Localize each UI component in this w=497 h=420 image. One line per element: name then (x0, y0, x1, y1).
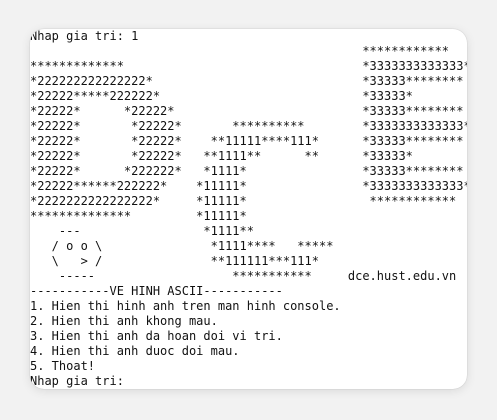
menu-option-2: 2. Hien thi anh khong mau. (30, 314, 218, 328)
ascii-art-line: *22222* *22222* ********** *333333333333… (30, 119, 467, 133)
input-prompt-line[interactable]: Nhap gia tri: (30, 374, 467, 389)
ascii-art-line: *22222* *22222* **11111****111* *33333**… (30, 134, 464, 148)
menu-option-3: 3. Hien thi anh da hoan doi vi tri. (30, 329, 283, 343)
ascii-art-line: *222222222222222* *33333******** (30, 74, 464, 88)
ascii-art-line: --- *1111** (30, 224, 254, 238)
console-output: Nhap gia tri: 1 ************ ************… (30, 29, 467, 389)
ascii-art-line: *2222222222222222* *11111* ************ (30, 194, 457, 208)
input-prompt-line: Nhap gia tri: 1 (30, 29, 139, 43)
ascii-art-line: ************** *11111* (30, 209, 247, 223)
ascii-art-line: ************ (30, 44, 450, 58)
ascii-art-line: / o o \ *1111**** ***** (30, 239, 334, 253)
menu-option-1: 1. Hien thi hinh anh tren man hinh conso… (30, 299, 341, 313)
ascii-art-line: *22222******222222* *11111* *33333333333… (30, 179, 467, 193)
menu-option-4: 4. Hien thi anh duoc doi mau. (30, 344, 240, 358)
ascii-art-line: *22222*****222222* *33333* (30, 89, 413, 103)
menu-option-5: 5. Thoat! (30, 359, 96, 373)
console-window: Nhap gia tri: 1 ************ ************… (30, 29, 467, 389)
ascii-art-line: \ > / **111111***111* (30, 254, 319, 268)
ascii-art-line: ----- *********** dce.hust.edu.vn (30, 269, 457, 283)
ascii-art-line: *22222* *22222* **1111** ** *33333* (30, 149, 413, 163)
ascii-art-line: ************* *3333333333333* (30, 59, 467, 73)
menu-title-line: -----------VE HINH ASCII----------- (30, 284, 283, 298)
ascii-art-line: *22222* *22222* *33333******** (30, 104, 464, 118)
ascii-art-line: *22222* *222222* *1111* *33333******** (30, 164, 464, 178)
